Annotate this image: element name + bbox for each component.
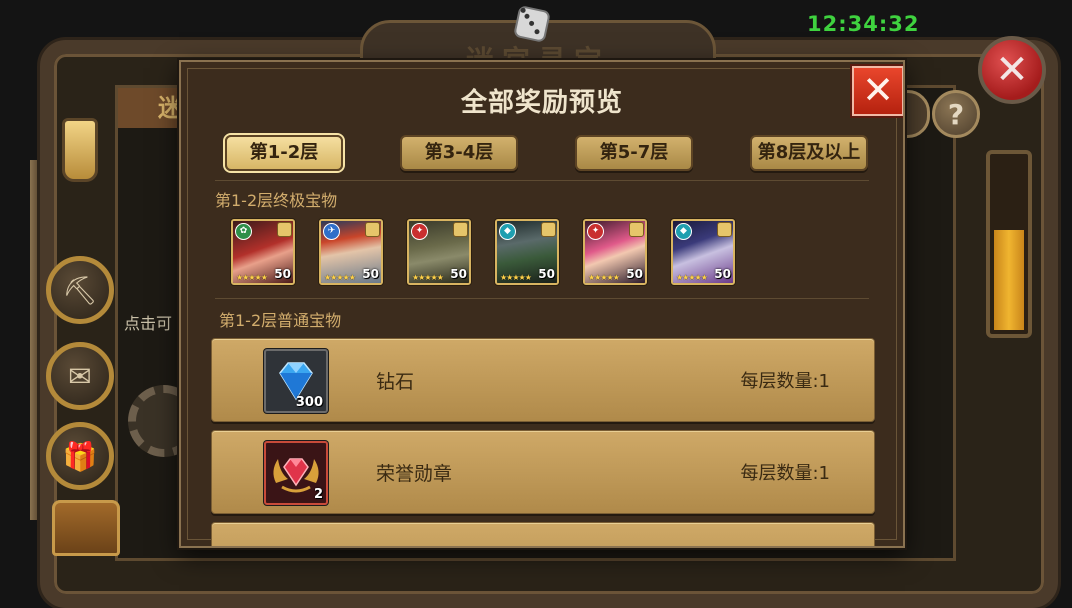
hero-card[interactable]: ✦ ★★★★★ 50 — [583, 219, 647, 285]
treasure-chest-icon[interactable] — [52, 500, 120, 556]
ultimate-section-label: 第1-2层终极宝物 — [215, 191, 338, 210]
hero-card[interactable]: ✿ ★★★★★ 50 — [231, 219, 295, 285]
hero-list: ✿ ★★★★★ 50 ✈ ★★★★★ 50 ✦ ★★★★★ 50 ◆ ★★★★★… — [231, 219, 791, 285]
fire-element-icon: ✦ — [587, 223, 604, 240]
puzzle-piece-icon — [277, 222, 292, 237]
close-icon: ✕ — [995, 47, 1029, 93]
close-x-icon: ✕ — [862, 68, 894, 112]
normal-section-label: 第1-2层普通宝物 — [219, 311, 342, 330]
nature-element-icon: ✿ — [235, 223, 252, 240]
hero-card[interactable]: ✦ ★★★★★ 50 — [407, 219, 471, 285]
honor-medal-icon: 2 — [264, 441, 328, 505]
reward-row[interactable]: 2 荣誉勋章 每层数量:1 — [211, 430, 875, 514]
hero-stars: ★★★★★ — [676, 273, 708, 282]
puzzle-piece-icon — [629, 222, 644, 237]
item-name: 钻石 — [376, 371, 415, 393]
item-quantity: 300 — [295, 395, 323, 410]
hero-card[interactable]: ◆ ★★★★★ 50 — [495, 219, 559, 285]
hero-level: 50 — [362, 267, 379, 281]
floor-tabs: 第1-2层 第3-4层 第5-7层 第8层及以上 — [225, 135, 868, 171]
puzzle-piece-icon — [717, 222, 732, 237]
puzzle-piece-icon — [453, 222, 468, 237]
hero-stars: ★★★★★ — [500, 273, 532, 282]
item-quantity: 2 — [313, 487, 323, 502]
pickaxe-button[interactable]: ⛏ — [46, 256, 114, 324]
modal-close-button[interactable]: ✕ — [852, 66, 903, 116]
puzzle-piece-icon — [365, 222, 380, 237]
fire-element-icon: ✦ — [411, 223, 428, 240]
divider — [215, 298, 869, 299]
hero-level: 50 — [714, 267, 731, 281]
lamp-icon — [62, 118, 98, 182]
hero-stars: ★★★★★ — [324, 273, 356, 282]
hero-level: 50 — [626, 267, 643, 281]
hero-level: 50 — [538, 267, 555, 281]
tab-floor-8-plus[interactable]: 第8层及以上 — [750, 135, 868, 171]
hero-level: 50 — [274, 267, 291, 281]
help-button[interactable]: ? — [932, 90, 980, 138]
water-element-icon: ◆ — [499, 223, 516, 240]
tab-floor-5-7[interactable]: 第5-7层 — [575, 135, 693, 171]
water-element-icon: ◆ — [675, 223, 692, 240]
hero-level: 50 — [450, 267, 467, 281]
item-per-floor-count: 每层数量:1 — [740, 463, 830, 484]
gauge — [986, 150, 1032, 338]
main-close-button[interactable]: ✕ — [978, 36, 1046, 104]
hero-stars: ★★★★★ — [412, 273, 444, 282]
divider — [215, 180, 869, 181]
diamond-icon: 300 — [264, 349, 328, 413]
gift-icon: 🎁 — [62, 439, 98, 473]
mail-button[interactable]: ✉ — [46, 342, 114, 410]
reward-row[interactable]: 300 钻石 每层数量:1 — [211, 338, 875, 422]
background-click-hint: 点击可 — [124, 314, 173, 333]
item-per-floor-count: 每层数量:1 — [740, 371, 830, 392]
reward-preview-modal: 全部奖励预览 ✕ 第1-2层 第3-4层 第5-7层 第8层及以上 第1-2层终… — [179, 60, 905, 548]
tab-floor-3-4[interactable]: 第3-4层 — [400, 135, 518, 171]
dice-icon — [515, 7, 549, 41]
reward-row[interactable] — [211, 522, 875, 546]
wing-element-icon: ✈ — [323, 223, 340, 240]
envelope-icon: ✉ — [68, 359, 92, 393]
pickaxe-icon: ⛏ — [62, 273, 98, 307]
hero-card[interactable]: ◆ ★★★★★ 50 — [671, 219, 735, 285]
reward-list: 300 钻石 每层数量:1 2 荣誉勋章 每层数量:1 — [211, 338, 875, 546]
modal-title: 全部奖励预览 — [460, 88, 623, 118]
puzzle-piece-icon — [541, 222, 556, 237]
tab-floor-1-2[interactable]: 第1-2层 — [225, 135, 343, 171]
question-icon: ? — [947, 97, 965, 131]
hero-stars: ★★★★★ — [236, 273, 268, 282]
gauge-fill — [994, 230, 1024, 330]
clock: 12:34:32 — [807, 12, 920, 36]
hero-stars: ★★★★★ — [588, 273, 620, 282]
item-name: 荣誉勋章 — [376, 463, 453, 485]
hero-card[interactable]: ✈ ★★★★★ 50 — [319, 219, 383, 285]
gift-button[interactable]: 🎁 — [46, 422, 114, 490]
